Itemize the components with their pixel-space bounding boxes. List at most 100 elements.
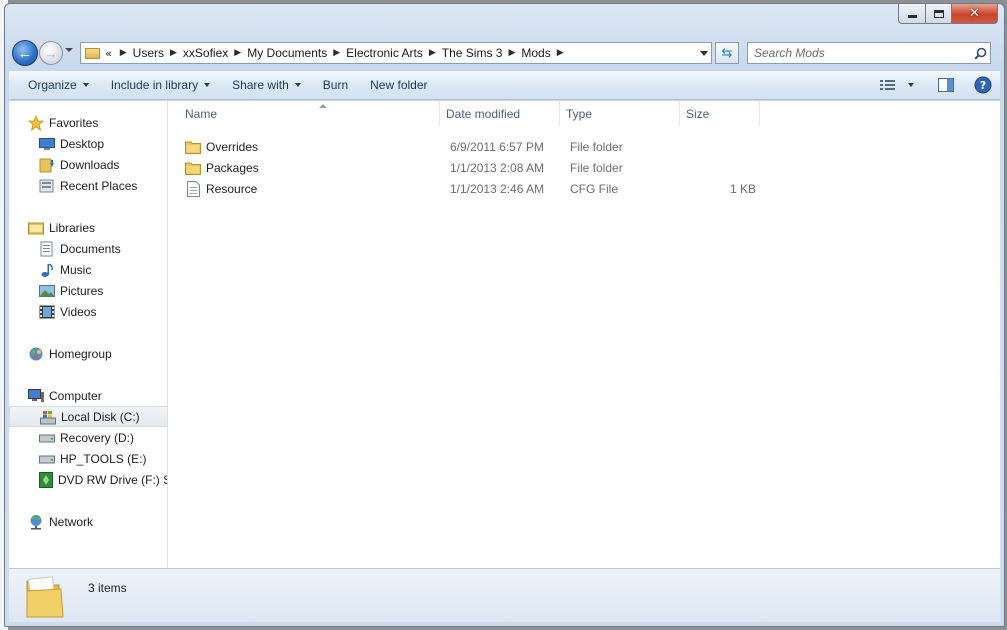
nav-favorites[interactable]: Favorites	[9, 112, 167, 133]
nav-homegroup[interactable]: Homegroup	[9, 343, 167, 364]
maximize-button[interactable]	[926, 4, 952, 24]
chevron-down-icon	[82, 83, 89, 87]
preview-pane-button[interactable]	[930, 71, 962, 99]
organize-button[interactable]: Organize	[9, 71, 100, 99]
new-folder-button[interactable]: New folder	[359, 71, 438, 99]
nav-pictures-label: Pictures	[60, 283, 104, 298]
back-arrow-icon: ←	[17, 44, 33, 62]
new-folder-label: New folder	[370, 78, 428, 92]
nav-computer[interactable]: Computer	[9, 385, 167, 406]
file-name-cell: Resource	[185, 178, 257, 199]
music-icon	[39, 262, 55, 278]
nav-dvd-rw-drive-f[interactable]: DVD RW Drive (F:) Si	[9, 469, 168, 490]
help-icon: ?	[974, 76, 992, 94]
search-box	[747, 42, 991, 64]
file-date: 1/1/2013 2:46 AM	[450, 181, 545, 196]
maximize-icon	[933, 9, 944, 18]
command-bar: Organize Include in library Share with B…	[9, 70, 1000, 100]
forward-arrow-icon: →	[44, 45, 58, 61]
nav-pictures[interactable]: Pictures	[9, 280, 167, 301]
nav-recent-places[interactable]: Recent Places	[9, 175, 167, 196]
nav-favorites-label: Favorites	[49, 115, 99, 130]
breadcrumb-separator-icon[interactable]: ▶	[120, 48, 127, 58]
nav-videos-label: Videos	[60, 304, 97, 319]
column-size-label: Size	[686, 106, 710, 121]
breadcrumb-separator-icon[interactable]: ▶	[429, 48, 436, 58]
help-button[interactable]: ?	[966, 71, 1000, 99]
nav-recovery-d[interactable]: Recovery (D:)	[9, 427, 167, 448]
nav-local-disk-c[interactable]: Local Disk (C:)	[9, 406, 167, 427]
nav-computer-label: Computer	[49, 388, 102, 403]
nav-dvd-rw-drive-f-label: DVD RW Drive (F:) Si	[58, 472, 168, 487]
pictures-icon	[39, 283, 55, 299]
close-button[interactable]: ✕	[952, 4, 998, 24]
refresh-button[interactable]: ⇆	[715, 42, 739, 64]
column-date-modified-header[interactable]: Date modified	[440, 101, 560, 126]
breadcrumb-users[interactable]: Users	[133, 46, 164, 60]
nav-libraries[interactable]: Libraries	[9, 217, 167, 238]
breadcrumb-overflow[interactable]: «	[105, 47, 112, 60]
breadcrumb-separator-icon[interactable]: ▶	[170, 48, 177, 58]
burn-button[interactable]: Burn	[312, 71, 359, 99]
nav-desktop[interactable]: Desktop	[9, 133, 167, 154]
breadcrumb-separator-icon[interactable]: ▶	[557, 48, 564, 58]
back-button[interactable]: ←	[12, 40, 38, 66]
minimize-button[interactable]	[898, 4, 926, 24]
breadcrumb-my-documents[interactable]: My Documents	[247, 46, 327, 60]
folder-icon	[85, 47, 100, 59]
nav-videos[interactable]: Videos	[9, 301, 167, 322]
navigation-pane: Favorites Desktop Downloads Recent Place…	[9, 101, 168, 568]
nav-recent-places-label: Recent Places	[60, 178, 138, 193]
desktop-icon	[39, 136, 55, 152]
folder-icon	[185, 139, 201, 155]
close-icon: ✕	[969, 6, 980, 21]
burn-label: Burn	[322, 78, 349, 92]
recent-places-icon	[39, 178, 55, 194]
main-area: Favorites Desktop Downloads Recent Place…	[9, 101, 1000, 568]
column-date-modified-label: Date modified	[446, 106, 521, 121]
file-row-packages[interactable]: Packages 1/1/2013 2:08 AM File folder	[169, 157, 769, 178]
minimize-icon	[907, 15, 917, 18]
search-icon[interactable]	[970, 47, 990, 60]
column-size-header[interactable]: Size	[680, 101, 760, 126]
breadcrumb-the-sims-3[interactable]: The Sims 3	[442, 46, 503, 60]
drive-icon	[39, 430, 55, 446]
breadcrumb-separator-icon[interactable]: ▶	[333, 48, 340, 58]
file-name: Packages	[206, 160, 259, 175]
item-count: 3 items	[88, 581, 127, 595]
breadcrumb-user[interactable]: xxSofiex	[183, 46, 228, 60]
breadcrumb-separator-icon[interactable]: ▶	[234, 48, 241, 58]
share-with-label: Share with	[232, 78, 289, 92]
nav-recovery-d-label: Recovery (D:)	[60, 430, 135, 445]
nav-music[interactable]: Music	[9, 259, 167, 280]
view-controls: ?	[872, 71, 1000, 99]
chevron-down-icon	[908, 83, 914, 87]
change-view-button[interactable]	[872, 71, 922, 99]
recent-pages-dropdown[interactable]	[65, 48, 73, 52]
share-with-button[interactable]: Share with	[221, 71, 312, 99]
nav-network[interactable]: Network	[9, 511, 167, 532]
breadcrumb-electronic-arts[interactable]: Electronic Arts	[346, 46, 423, 60]
column-name-header[interactable]: Name	[179, 101, 440, 126]
search-input[interactable]	[748, 46, 970, 60]
forward-button[interactable]: →	[39, 41, 63, 65]
file-name: Resource	[206, 181, 258, 196]
folder-icon	[185, 160, 201, 176]
column-type-label: Type	[566, 106, 593, 121]
include-in-library-button[interactable]: Include in library	[100, 71, 221, 99]
nav-documents[interactable]: Documents	[9, 238, 167, 259]
file-row-resource[interactable]: Resource 1/1/2013 2:46 AM CFG File 1 KB	[169, 178, 769, 199]
breadcrumb-mods[interactable]: Mods	[521, 46, 550, 60]
breadcrumb-separator-icon[interactable]: ▶	[508, 48, 515, 58]
address-bar[interactable]: « ▶ Users ▶ xxSofiex ▶ My Documents ▶ El…	[80, 42, 712, 64]
file-row-overrides[interactable]: Overrides 6/9/2011 6:57 PM File folder	[169, 136, 769, 157]
address-history-dropdown-icon[interactable]	[700, 51, 708, 56]
windows-drive-icon	[40, 409, 56, 425]
nav-hp-tools-e[interactable]: HP_TOOLS (E:)	[9, 448, 167, 469]
column-type-header[interactable]: Type	[560, 101, 680, 126]
nav-hp-tools-e-label: HP_TOOLS (E:)	[60, 451, 147, 466]
chevron-down-icon	[294, 83, 301, 87]
cfg-file-icon	[185, 180, 201, 197]
nav-downloads[interactable]: Downloads	[9, 154, 167, 175]
column-header-row: Name Date modified Type Size	[169, 101, 769, 126]
